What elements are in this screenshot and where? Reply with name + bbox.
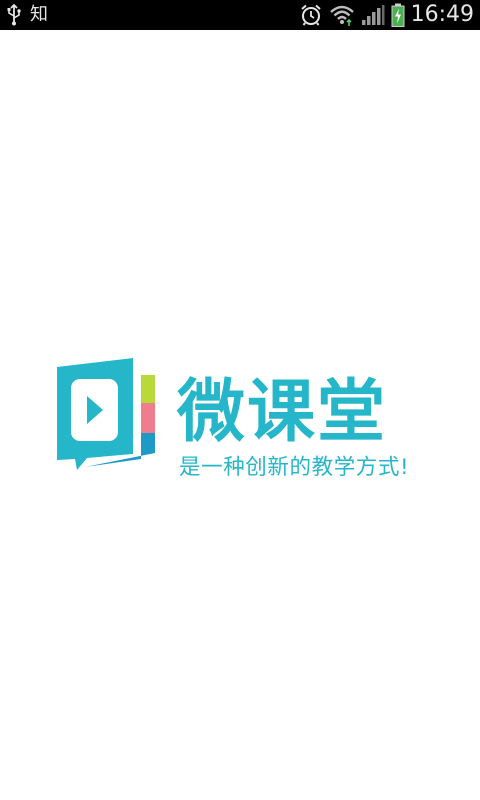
app-logo-lockup: 微课堂 是一种创新的教学方式! xyxy=(55,355,435,505)
app-slogan: 是一种创新的教学方式! xyxy=(179,455,410,480)
signal-icon xyxy=(361,5,385,25)
logo-page-pink xyxy=(141,403,155,433)
status-bar-right: 16:49 xyxy=(299,0,474,30)
wifi-icon xyxy=(329,5,354,26)
status-time: 16:49 xyxy=(410,2,474,27)
video-book-icon xyxy=(57,358,155,470)
status-bar: 知 16:49 xyxy=(0,0,480,30)
app-title: 微课堂 xyxy=(177,373,388,452)
status-bar-left: 知 xyxy=(6,0,48,30)
usb-icon xyxy=(7,4,21,26)
splash-screen: 微课堂 是一种创新的教学方式! xyxy=(0,30,480,800)
logo-page-green xyxy=(141,375,155,403)
alarm-icon xyxy=(300,4,321,26)
notification-text: 知 xyxy=(30,4,48,25)
battery-charging-icon xyxy=(391,3,405,27)
